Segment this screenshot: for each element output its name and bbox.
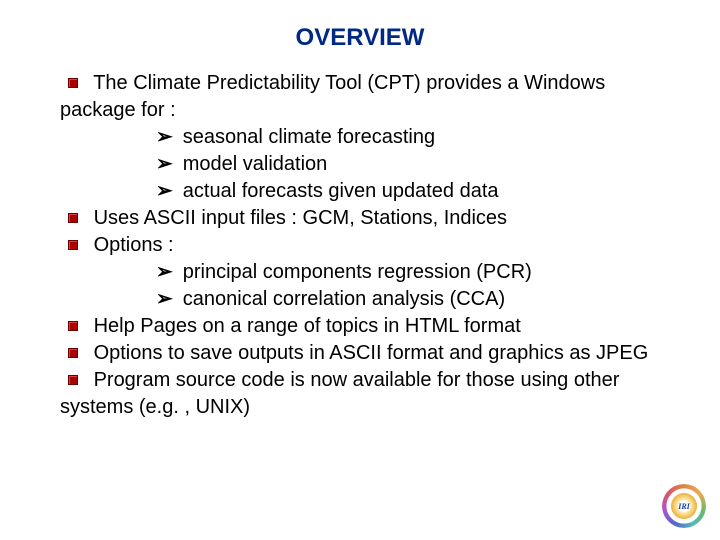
- sub-text: principal components regression (PCR): [183, 261, 532, 283]
- slide-body: The Climate Predictability Tool (CPT) pr…: [0, 70, 720, 421]
- arrow-bullet-icon: ➢: [156, 261, 173, 283]
- bullet-text: Options :: [94, 234, 174, 256]
- iri-logo: IRI: [662, 484, 706, 528]
- arrow-bullet-icon: ➢: [156, 126, 173, 148]
- square-bullet-icon: [68, 240, 78, 250]
- square-bullet-icon: [68, 321, 78, 331]
- arrow-bullet-icon: ➢: [156, 288, 173, 310]
- bullet-text: Uses ASCII input files : GCM, Stations, …: [94, 207, 508, 229]
- arrow-bullet-icon: ➢: [156, 153, 173, 175]
- square-bullet-icon: [68, 348, 78, 358]
- bullet-text: Program source code is now available for…: [60, 369, 619, 418]
- bullet-item: The Climate Predictability Tool (CPT) pr…: [60, 70, 664, 124]
- sub-bullet-item: ➢ model validation: [60, 151, 664, 178]
- bullet-item: Options :: [60, 232, 664, 259]
- bullet-item: Program source code is now available for…: [60, 367, 664, 421]
- sub-text: actual forecasts given updated data: [183, 180, 499, 202]
- bullet-item: Uses ASCII input files : GCM, Stations, …: [60, 205, 664, 232]
- bullet-item: Help Pages on a range of topics in HTML …: [60, 313, 664, 340]
- arrow-bullet-icon: ➢: [156, 180, 173, 202]
- square-bullet-icon: [68, 375, 78, 385]
- bullet-text: Options to save outputs in ASCII format …: [94, 342, 649, 364]
- sub-text: model validation: [183, 153, 328, 175]
- bullet-text: The Climate Predictability Tool (CPT) pr…: [60, 72, 605, 121]
- square-bullet-icon: [68, 213, 78, 223]
- sub-text: seasonal climate forecasting: [183, 126, 435, 148]
- slide-title: OVERVIEW: [0, 0, 720, 70]
- sub-bullet-item: ➢ principal components regression (PCR): [60, 259, 664, 286]
- logo-label: IRI: [671, 493, 697, 519]
- bullet-item: Options to save outputs in ASCII format …: [60, 340, 664, 367]
- sub-bullet-item: ➢ actual forecasts given updated data: [60, 178, 664, 205]
- bullet-text: Help Pages on a range of topics in HTML …: [94, 315, 521, 337]
- square-bullet-icon: [68, 78, 78, 88]
- sub-text: canonical correlation analysis (CCA): [183, 288, 505, 310]
- sub-bullet-item: ➢ canonical correlation analysis (CCA): [60, 286, 664, 313]
- sub-bullet-item: ➢ seasonal climate forecasting: [60, 124, 664, 151]
